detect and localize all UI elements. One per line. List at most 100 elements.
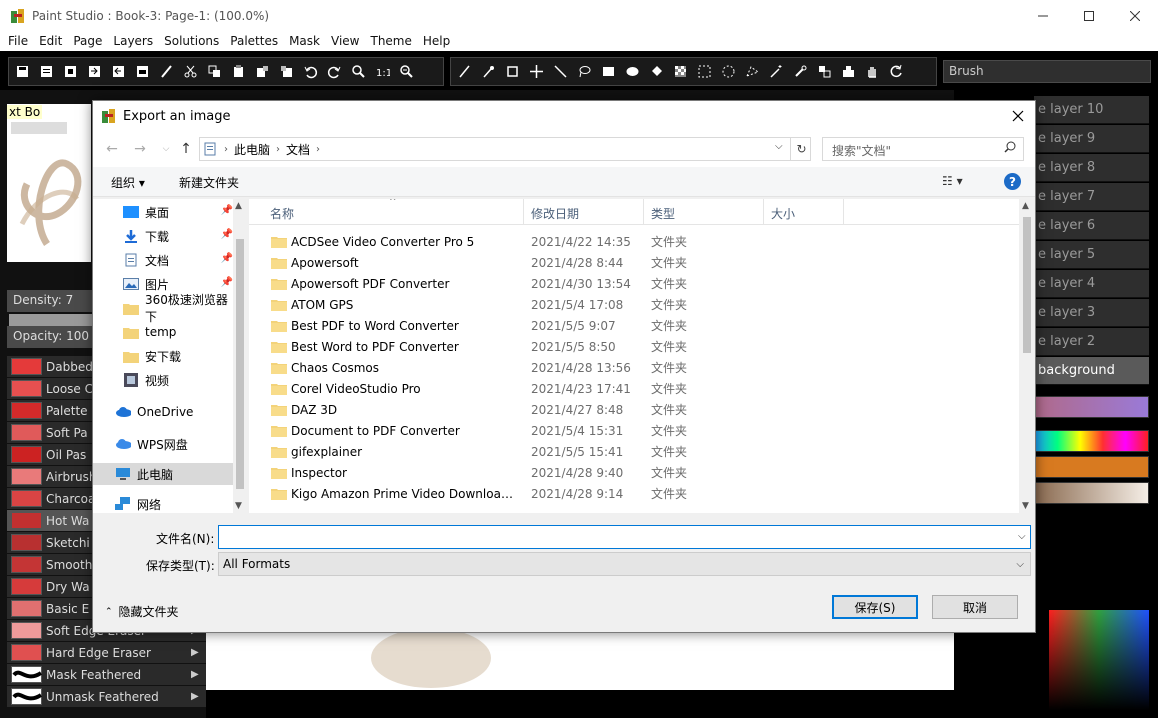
nav-item-network[interactable]: 网络: [93, 493, 235, 513]
crop-tool-button[interactable]: [503, 62, 522, 81]
filetype-select[interactable]: All Formats ⌵: [218, 552, 1031, 576]
current-color[interactable]: [1034, 456, 1149, 478]
layer-item[interactable]: e layer 9: [1034, 125, 1149, 153]
stamp-tool-button[interactable]: [839, 62, 858, 81]
layer-item[interactable]: e layer 6: [1034, 212, 1149, 240]
layer-item[interactable]: e layer 3: [1034, 299, 1149, 327]
select-freehand-button[interactable]: [743, 62, 762, 81]
brush-name-field[interactable]: Brush: [943, 60, 1151, 83]
menu-mask[interactable]: Mask: [285, 34, 327, 48]
search-input[interactable]: 搜索"文档": [822, 137, 1024, 161]
nav-item-temp[interactable]: temp: [93, 321, 235, 343]
select-ellipse-button[interactable]: [719, 62, 738, 81]
forward-button[interactable]: →: [131, 140, 149, 158]
paste-layer-button[interactable]: [277, 62, 296, 81]
actual-size-button[interactable]: 1:1: [373, 62, 392, 81]
back-button[interactable]: ←: [103, 140, 121, 158]
file-row[interactable]: gifexplainer 2021/5/5 15:41 文件夹: [249, 441, 1019, 462]
file-row[interactable]: Best Word to PDF Converter 2021/5/5 8:50 文…: [249, 336, 1019, 357]
up-button[interactable]: ↑: [177, 140, 195, 158]
nav-item-downloads[interactable]: 下载 📌: [93, 225, 235, 247]
column-divider[interactable]: [763, 199, 764, 225]
line-tool-button[interactable]: [551, 62, 570, 81]
zoom-out-button[interactable]: [397, 62, 416, 81]
menu-help[interactable]: Help: [419, 34, 457, 48]
chevron-down-icon[interactable]: ⌵: [1018, 531, 1029, 542]
file-row[interactable]: Apowersoft PDF Converter 2021/4/30 13:54 文…: [249, 273, 1019, 294]
new-file-button[interactable]: [13, 62, 32, 81]
menu-view[interactable]: View: [327, 34, 366, 48]
new-folder-button[interactable]: 新建文件夹: [179, 174, 239, 191]
hue-strip[interactable]: [1034, 430, 1149, 452]
cancel-button[interactable]: 取消: [932, 595, 1018, 619]
recent-locations-button[interactable]: ⌵: [157, 140, 175, 158]
rotate-tool-button[interactable]: [887, 62, 906, 81]
file-row[interactable]: ATOM GPS 2021/5/4 17:08 文件夹: [249, 294, 1019, 315]
export-button[interactable]: [109, 62, 128, 81]
menu-theme[interactable]: Theme: [366, 34, 418, 48]
organize-button[interactable]: 组织 ▾: [111, 174, 145, 191]
close-button[interactable]: [1112, 0, 1158, 31]
layer-item[interactable]: e layer 5: [1034, 241, 1149, 269]
breadcrumb-documents[interactable]: 文档: [286, 141, 310, 158]
menu-layers[interactable]: Layers: [109, 34, 160, 48]
navigation-scrollbar[interactable]: ▲ ▼: [233, 199, 247, 513]
select-rect-button[interactable]: [695, 62, 714, 81]
color-picker-square[interactable]: [1049, 610, 1149, 710]
file-row[interactable]: Apowersoft 2021/4/28 8:44 文件夹: [249, 252, 1019, 273]
address-dropdown-icon[interactable]: ⌵: [775, 141, 783, 152]
nav-item-wps-drive[interactable]: WPS网盘: [93, 433, 235, 455]
magic-wand-button[interactable]: [767, 62, 786, 81]
file-row[interactable]: Best PDF to Word Converter 2021/5/5 9:07 文…: [249, 315, 1019, 336]
help-icon[interactable]: ?: [1004, 173, 1021, 190]
nav-item-this-pc[interactable]: 此电脑: [93, 463, 235, 485]
move-tool-button[interactable]: [527, 62, 546, 81]
filename-input[interactable]: [218, 525, 1031, 549]
file-row[interactable]: ACDSee Video Converter Pro 5 2021/4/22 14…: [249, 231, 1019, 252]
brush-item[interactable]: Hard Edge Eraser ▶: [7, 642, 206, 664]
layer-item-selected[interactable]: background: [1034, 357, 1149, 385]
column-header-type[interactable]: 类型: [651, 205, 675, 222]
layer-item[interactable]: e layer 4: [1034, 270, 1149, 298]
brush-item[interactable]: Unmask Feathered ▶: [7, 686, 206, 708]
column-divider[interactable]: [523, 199, 524, 225]
brush-item[interactable]: Mask Feathered ▶: [7, 664, 206, 686]
column-header-size[interactable]: 大小: [771, 205, 795, 222]
nav-item-360-browser[interactable]: 360极速浏览器下: [93, 293, 235, 324]
file-row[interactable]: Chaos Cosmos 2021/4/28 13:56 文件夹: [249, 357, 1019, 378]
view-options-icon[interactable]: ☷ ▾: [942, 174, 963, 188]
file-row[interactable]: DAZ 3D 2021/4/27 8:48 文件夹: [249, 399, 1019, 420]
layer-item[interactable]: e layer 10: [1034, 96, 1149, 124]
maximize-button[interactable]: [1066, 0, 1112, 31]
hand-tool-button[interactable]: [863, 62, 882, 81]
breadcrumb-this-pc[interactable]: 此电脑: [234, 141, 270, 158]
zoom-in-button[interactable]: [349, 62, 368, 81]
column-divider[interactable]: [843, 199, 844, 225]
minimize-button[interactable]: [1020, 0, 1066, 31]
pattern-tool-button[interactable]: [671, 62, 690, 81]
column-header-date[interactable]: 修改日期: [531, 205, 579, 222]
import-button[interactable]: [85, 62, 104, 81]
text-tool-button[interactable]: [815, 62, 834, 81]
menu-palettes[interactable]: Palettes: [226, 34, 285, 48]
lasso-tool-button[interactable]: [575, 62, 594, 81]
scrollbar-thumb[interactable]: [236, 239, 244, 489]
open-file-button[interactable]: [37, 62, 56, 81]
eyedropper-tool-button[interactable]: [479, 62, 498, 81]
address-bar[interactable]: › 此电脑 › 文档 ›: [199, 137, 811, 161]
nav-item-onedrive[interactable]: OneDrive: [93, 401, 235, 423]
pencil-tool-button[interactable]: [455, 62, 474, 81]
nav-item-videos[interactable]: 视频: [93, 369, 235, 391]
menu-edit[interactable]: Edit: [35, 34, 69, 48]
color-swatch-strip[interactable]: [1034, 396, 1149, 418]
undo-button[interactable]: [301, 62, 320, 81]
save-file-button[interactable]: [61, 62, 80, 81]
file-row[interactable]: Document to PDF Converter 2021/5/4 15:31 文…: [249, 420, 1019, 441]
brush-tool-button[interactable]: [157, 62, 176, 81]
nav-item-desktop[interactable]: 桌面 📌: [93, 201, 235, 223]
file-row[interactable]: Inspector 2021/4/28 9:40 文件夹: [249, 462, 1019, 483]
menu-file[interactable]: File: [4, 34, 35, 48]
tint-strip[interactable]: [1034, 482, 1149, 504]
refresh-button[interactable]: ↻: [790, 138, 812, 160]
cut-button[interactable]: [181, 62, 200, 81]
